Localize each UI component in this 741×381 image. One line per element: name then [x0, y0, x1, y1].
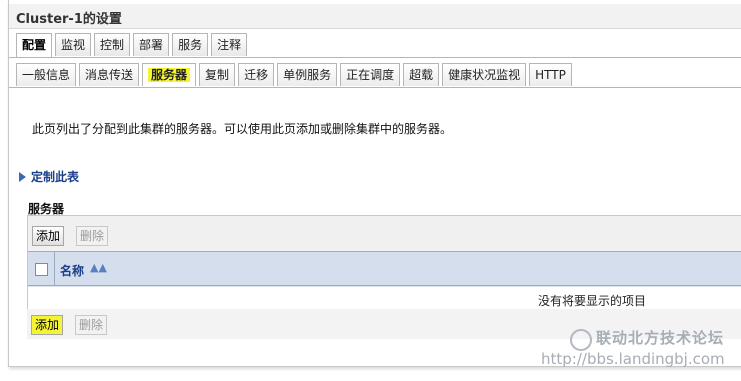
watermark: 联动北方技术论坛 http://bbs.landingbj.com: [541, 327, 740, 377]
customize-label: 定制此表: [31, 170, 80, 184]
tab-config[interactable]: 配置: [16, 33, 53, 58]
title-bar: Cluster-1的设置: [9, 4, 741, 29]
customize-table-link[interactable]: 定制此表: [19, 168, 79, 185]
tab-control[interactable]: 控制: [94, 33, 131, 56]
tab-replication[interactable]: 复制: [199, 63, 236, 86]
tab-services[interactable]: 服务: [172, 33, 209, 56]
tab-health[interactable]: 健康状况监视: [442, 63, 527, 86]
empty-message: 没有将要显示的项目: [538, 294, 647, 308]
delete-button-bottom[interactable]: 删除: [75, 315, 108, 335]
tab-servers[interactable]: 服务器: [142, 63, 197, 86]
table-header: 名称 ▲▲: [28, 251, 741, 286]
tab-notes[interactable]: 注释: [211, 33, 248, 56]
tab-overload[interactable]: 超载: [403, 63, 440, 86]
tab-divider: [9, 57, 741, 58]
column-name-header[interactable]: 名称: [60, 262, 84, 279]
column-divider: [54, 252, 55, 285]
tab-scheduling[interactable]: 正在调度: [340, 63, 401, 86]
servers-table: 添加 删除 名称 ▲▲ 没有将要显示的项目: [27, 215, 741, 310]
tab-migration[interactable]: 迁移: [238, 63, 275, 86]
page-title: Cluster-1的设置: [16, 12, 122, 27]
watermark-name: 联动北方技术论坛: [596, 329, 725, 347]
tab-deploy[interactable]: 部署: [133, 33, 170, 56]
tabs-level1: 配置 监视 控制 部署 服务 注释: [16, 33, 250, 58]
tabs-level2: 一般信息 消息传送 服务器 复制 迁移 单例服务 正在调度 超载 健康状况监视 …: [16, 63, 575, 88]
add-button-bottom[interactable]: 添加: [31, 315, 64, 335]
watermark-url: http://bbs.landingbj.com: [541, 350, 725, 368]
tab-http[interactable]: HTTP: [529, 63, 572, 86]
delete-button-top[interactable]: 删除: [76, 226, 109, 246]
tab-servers-label: 服务器: [148, 68, 191, 82]
tab-messaging[interactable]: 消息传送: [79, 63, 140, 86]
add-button-top[interactable]: 添加: [32, 226, 65, 246]
intro-text: 此页列出了分配到此集群的服务器。可以使用此页添加或删除集群中的服务器。: [32, 122, 453, 136]
table-toolbar-top: 添加 删除: [28, 216, 741, 250]
tab-general[interactable]: 一般信息: [16, 63, 77, 86]
select-all-checkbox[interactable]: [35, 263, 48, 276]
tab-singleton[interactable]: 单例服务: [277, 63, 338, 86]
sort-ascending-icon[interactable]: ▲▲: [90, 261, 107, 274]
expand-triangle-icon: [19, 171, 26, 182]
tab-monitor[interactable]: 监视: [55, 33, 92, 56]
subtab-divider: [9, 87, 741, 88]
forum-logo-icon: [570, 329, 592, 351]
table-empty-row: 没有将要显示的项目: [28, 286, 741, 309]
